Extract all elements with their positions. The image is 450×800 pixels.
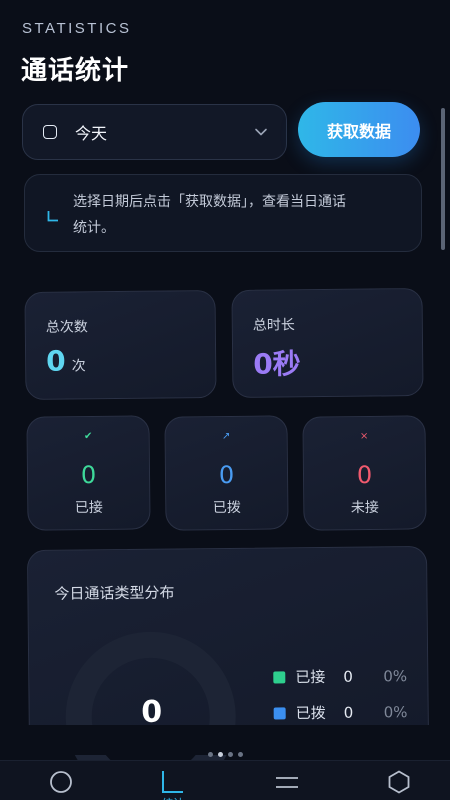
legend-name: 已接 <box>295 667 326 687</box>
hint-box: 选择日期后点击「获取数据」，查看当日通话 统计。 <box>24 174 422 252</box>
legend-swatch-dialed <box>273 706 286 720</box>
close-icon: × <box>359 430 369 443</box>
scrollbar[interactable] <box>441 108 445 250</box>
missed-value: 0 <box>356 460 373 490</box>
page-indicator <box>0 752 450 757</box>
total-count-label: 总次数 <box>45 319 88 336</box>
legend-percent: 0% <box>383 666 408 685</box>
total-count-unit: 次 <box>71 358 86 375</box>
tab-statistics[interactable]: 统计 <box>118 761 228 800</box>
calendar-icon <box>43 125 57 139</box>
menu-icon <box>276 777 298 788</box>
date-select[interactable]: 今天 <box>22 104 287 160</box>
header-kicker: STATISTICS <box>22 20 132 37</box>
distribution-card: 今日通话类型分布 0 已接 0 0% 已拨 0 0% <box>26 545 430 800</box>
legend-percent: 0% <box>383 702 408 721</box>
page-title: 通话统计 <box>21 56 130 86</box>
answered-card: ✔ 0 已接 <box>26 415 151 531</box>
tab-settings[interactable] <box>344 761 450 800</box>
content-fade <box>0 725 450 755</box>
legend-swatch-answered <box>273 670 286 684</box>
chart-icon <box>162 771 183 793</box>
tab-bar: 统计 <box>0 760 450 800</box>
total-duration-card: 总时长 0秒 <box>231 288 424 398</box>
page-dot-active <box>217 752 223 757</box>
hint-text-line1: 选择日期后点击「获取数据」，查看当日通话 <box>73 194 346 210</box>
legend-answered: 已接 0 0% <box>273 665 407 687</box>
dialed-card: ↗ 0 已拨 <box>164 415 289 531</box>
total-count-card: 总次数 0次 <box>24 290 217 400</box>
tab-statistics-label: 统计 <box>118 795 228 800</box>
arrow-up-right-icon: ↗ <box>221 430 231 443</box>
date-select-value: 今天 <box>75 124 108 143</box>
page-dot <box>207 752 213 757</box>
tab-menu[interactable] <box>232 761 342 800</box>
total-count-number: 0 <box>45 344 66 378</box>
hexagon-icon <box>388 770 410 794</box>
missed-card: × 0 未接 <box>302 415 427 531</box>
tab-home[interactable] <box>6 761 116 800</box>
answered-label: 已接 <box>74 499 103 517</box>
chevron-down-icon <box>255 128 267 136</box>
total-count-value: 0次 <box>45 344 86 378</box>
distribution-title: 今日通话类型分布 <box>54 583 175 603</box>
dialed-value: 0 <box>218 460 235 490</box>
page-dot <box>237 752 243 757</box>
answered-value: 0 <box>80 460 97 490</box>
total-duration-value: 0秒 <box>253 347 301 381</box>
total-duration-label: 总时长 <box>252 317 295 334</box>
dialed-label: 已拨 <box>212 499 241 517</box>
check-icon: ✔ <box>83 430 93 443</box>
legend-value: 0 <box>343 703 354 722</box>
hint-text-line2: 统计。 <box>73 220 115 236</box>
missed-label: 未接 <box>350 499 379 517</box>
circle-icon <box>50 771 72 793</box>
chart-corner-icon <box>47 211 58 222</box>
fetch-data-button[interactable]: 获取数据 <box>298 102 420 157</box>
legend-value: 0 <box>343 667 353 686</box>
legend-dialed: 已拨 0 0% <box>273 701 408 723</box>
legend-name: 已拨 <box>295 703 326 723</box>
page-dot <box>227 752 233 757</box>
